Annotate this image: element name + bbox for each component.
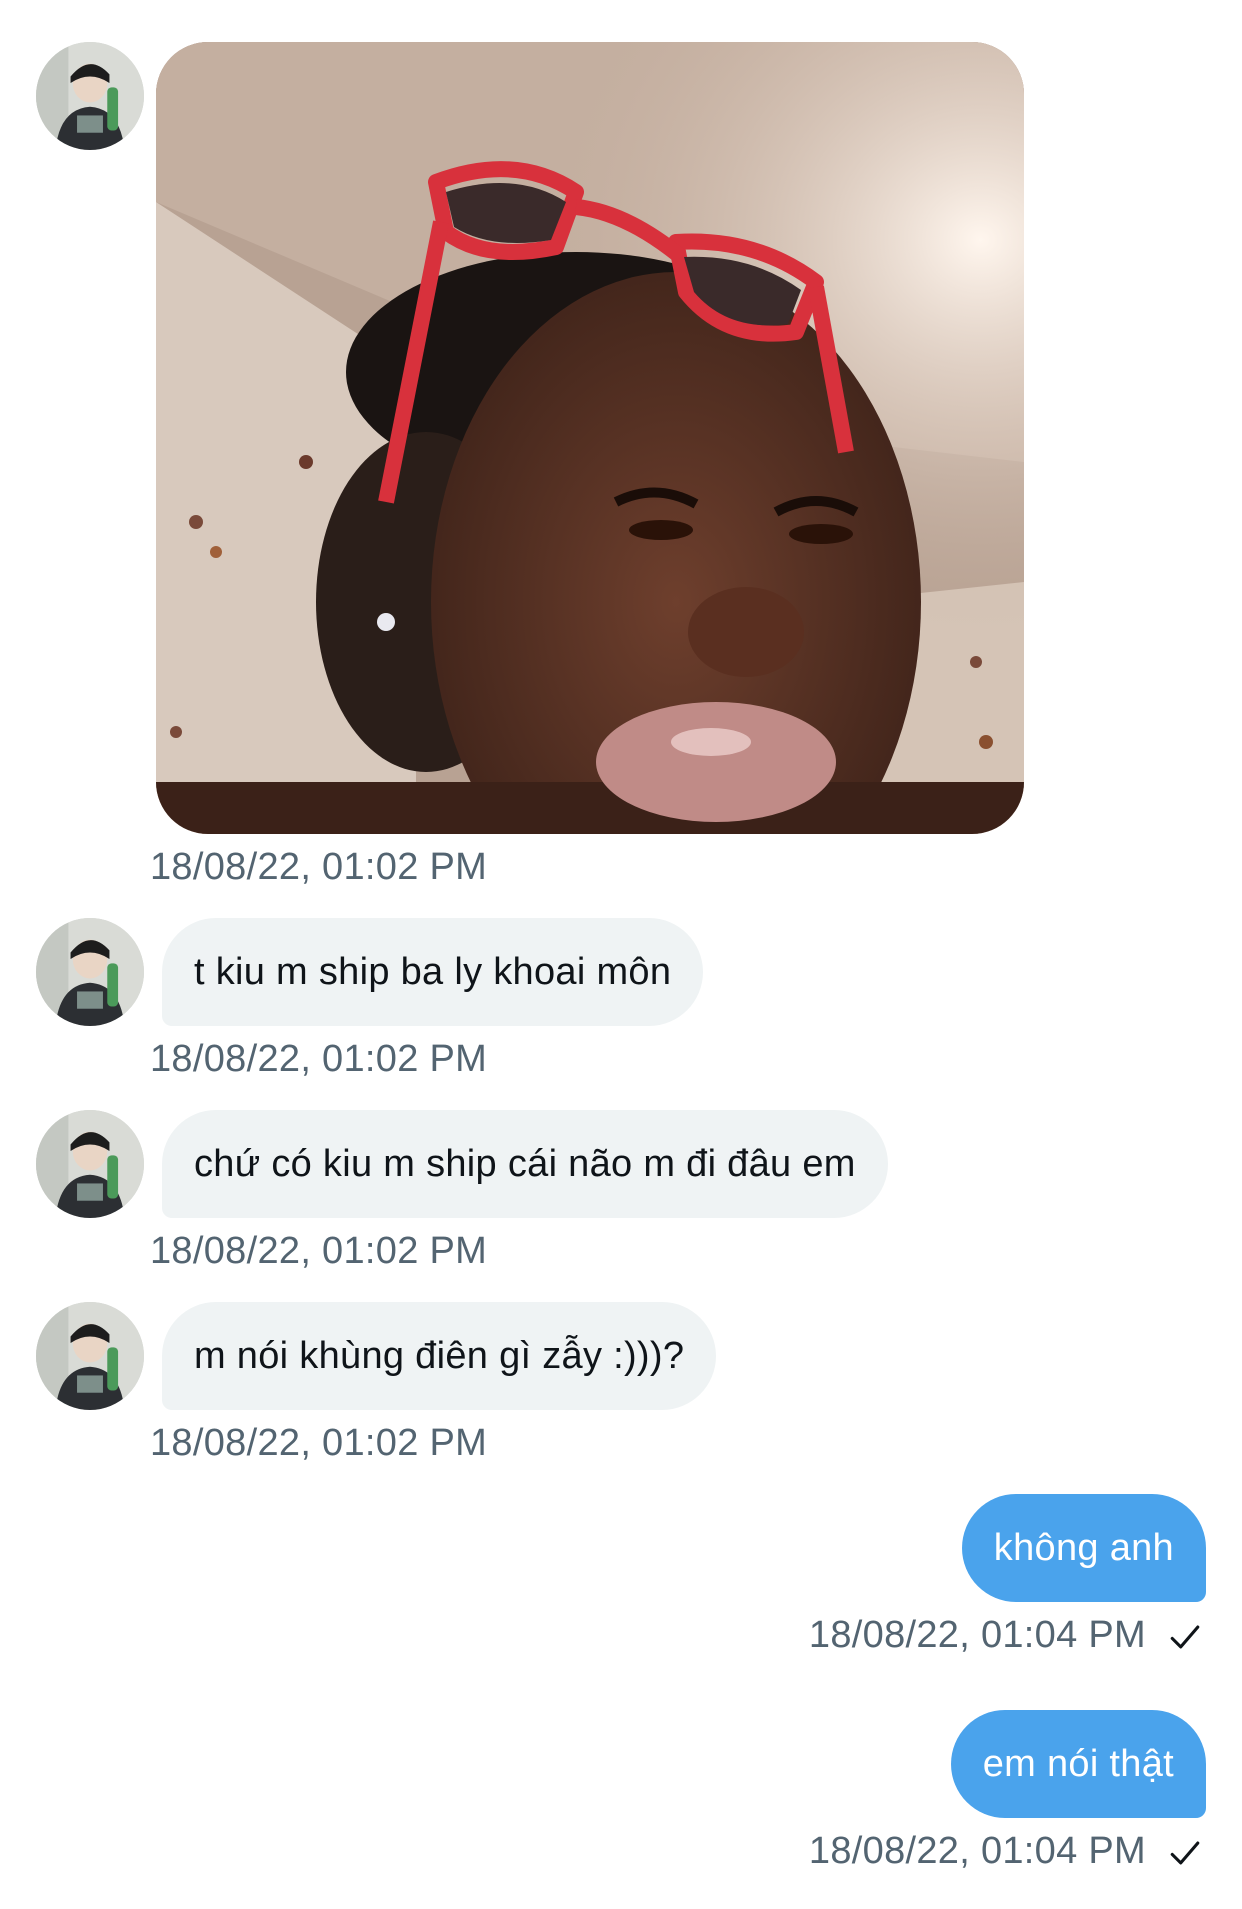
message-timestamp: 18/08/22, 01:04 PM: [808, 1614, 1146, 1656]
shared-photo[interactable]: [156, 42, 1024, 834]
sender-avatar[interactable]: [36, 42, 144, 150]
message-timestamp: 18/08/22, 01:02 PM: [150, 1038, 488, 1080]
sender-avatar[interactable]: [36, 918, 144, 1026]
check-icon: [1170, 1625, 1200, 1649]
selfie-image: [156, 42, 1024, 834]
outgoing-message-bubble[interactable]: không anh: [961, 1494, 1206, 1602]
message-timestamp: 18/08/22, 01:02 PM: [150, 1422, 488, 1464]
sender-avatar[interactable]: [36, 1302, 144, 1410]
message-timestamp: 18/08/22, 01:02 PM: [150, 846, 488, 888]
incoming-message-bubble[interactable]: chứ có kiu m ship cái não m đi đâu em: [162, 1110, 888, 1218]
avatar-image: [36, 1110, 144, 1218]
outgoing-message-bubble[interactable]: em nói thật: [950, 1710, 1206, 1818]
incoming-message-bubble[interactable]: t kiu m ship ba ly khoai môn: [162, 918, 704, 1026]
avatar-image: [36, 42, 144, 150]
message-timestamp: 18/08/22, 01:02 PM: [150, 1230, 488, 1272]
avatar-image: [36, 918, 144, 1026]
message-timestamp: 18/08/22, 01:04 PM: [808, 1830, 1146, 1872]
check-icon: [1170, 1841, 1200, 1865]
incoming-message-bubble[interactable]: m nói khùng điên gì zẫy :)))?: [162, 1302, 717, 1410]
sender-avatar[interactable]: [36, 1110, 144, 1218]
avatar-image: [36, 1302, 144, 1410]
